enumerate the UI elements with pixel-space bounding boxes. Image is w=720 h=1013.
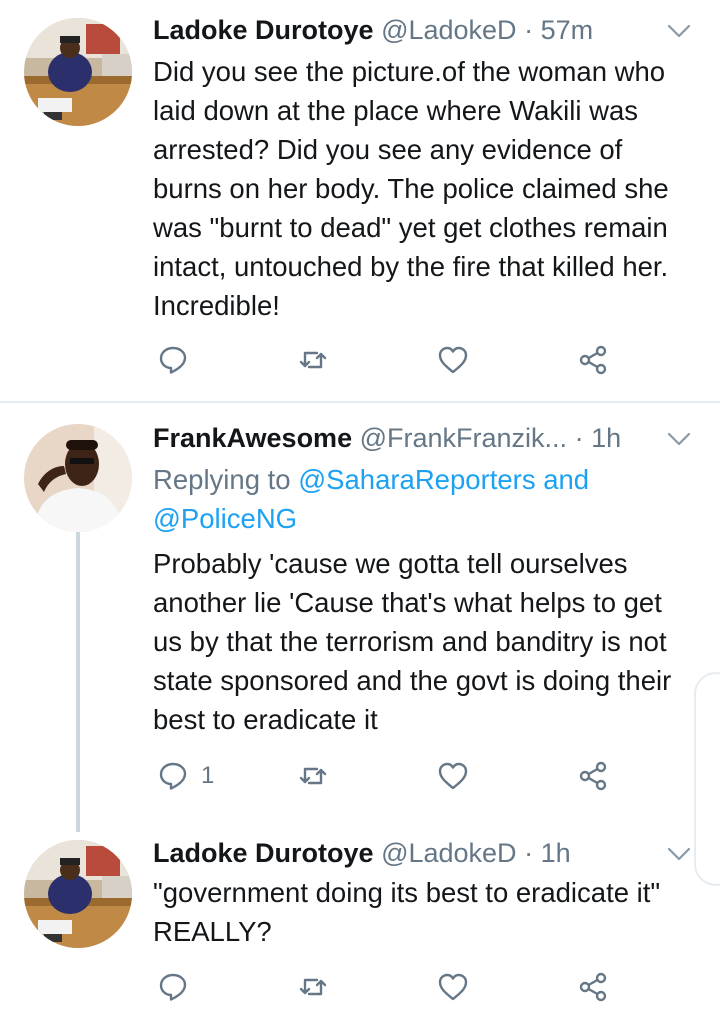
author-handle[interactable]: @LadokeD xyxy=(381,838,517,868)
author-name[interactable]: Ladoke Durotoye xyxy=(153,15,374,45)
avatar[interactable] xyxy=(24,840,132,948)
like-icon xyxy=(438,762,468,790)
avatar-image xyxy=(24,840,132,948)
scroll-handle[interactable] xyxy=(694,672,720,886)
retweet-button[interactable] xyxy=(297,340,329,380)
reply-button[interactable] xyxy=(157,967,201,1007)
tweet-text: Probably 'cause we gotta tell ourselves … xyxy=(153,548,672,735)
action-bar xyxy=(153,967,623,1007)
like-button[interactable] xyxy=(437,756,469,796)
mention-link[interactable]: @PoliceNG xyxy=(153,503,297,534)
share-icon xyxy=(579,972,607,1002)
share-button[interactable] xyxy=(577,756,609,796)
like-button[interactable] xyxy=(437,967,469,1007)
retweet-icon xyxy=(299,978,327,996)
like-icon xyxy=(438,973,468,1001)
avatar[interactable] xyxy=(24,424,132,532)
action-bar xyxy=(153,340,623,380)
timestamp[interactable]: 1h xyxy=(591,423,621,453)
tweet-header: Ladoke Durotoye @LadokeD · 57m xyxy=(153,12,692,48)
avatar[interactable] xyxy=(24,18,132,126)
reply-icon xyxy=(159,762,187,790)
separator-dot: · xyxy=(524,15,534,45)
replying-and[interactable]: and xyxy=(543,464,589,495)
author-name[interactable]: Ladoke Durotoye xyxy=(153,838,374,868)
retweet-button[interactable] xyxy=(297,756,329,796)
tweet-text: Did you see the picture.of the woman who… xyxy=(153,56,669,321)
mention-link[interactable]: @SaharaReporters xyxy=(298,464,535,495)
action-bar: 1 xyxy=(153,756,623,796)
reply-icon xyxy=(159,973,187,1001)
share-button[interactable] xyxy=(577,967,609,1007)
replying-to-label: Replying to xyxy=(153,464,291,495)
like-icon xyxy=(438,346,468,374)
retweet-icon xyxy=(299,767,327,785)
reply-icon xyxy=(159,346,187,374)
timestamp[interactable]: 57m xyxy=(541,15,594,45)
author-name[interactable]: FrankAwesome xyxy=(153,423,352,453)
reply-button[interactable]: 1 xyxy=(157,756,214,796)
share-icon xyxy=(579,345,607,375)
divider xyxy=(0,401,720,403)
author-handle[interactable]: @LadokeD xyxy=(381,15,517,45)
tweet-text: "government doing its best to eradicate … xyxy=(153,877,661,947)
tweet-2[interactable]: FrankAwesome @FrankFranzik... · 1h Reply… xyxy=(0,404,720,832)
like-button[interactable] xyxy=(437,340,469,380)
reply-count: 1 xyxy=(201,762,215,789)
timestamp[interactable]: 1h xyxy=(541,838,571,868)
chevron-down-icon[interactable] xyxy=(666,426,692,452)
tweet-1[interactable]: Ladoke Durotoye @LadokeD · 57m Did you s… xyxy=(0,0,720,398)
replying-to: Replying to @SaharaReporters and @Police… xyxy=(153,460,696,538)
author-handle[interactable]: @FrankFranzik... xyxy=(360,423,567,453)
retweet-button[interactable] xyxy=(297,967,329,1007)
thread-line xyxy=(76,532,80,832)
tweet-header: Ladoke Durotoye @LadokeD · 1h xyxy=(153,835,692,871)
chevron-down-icon[interactable] xyxy=(666,841,692,867)
reply-button[interactable] xyxy=(157,340,201,380)
tweet-3[interactable]: Ladoke Durotoye @LadokeD · 1h "governmen… xyxy=(0,822,720,1013)
separator-dot: · xyxy=(574,423,584,453)
avatar-image xyxy=(24,424,132,532)
avatar-image xyxy=(24,18,132,126)
chevron-down-icon[interactable] xyxy=(666,18,692,44)
tweet-header: FrankAwesome @FrankFranzik... · 1h xyxy=(153,420,692,456)
share-icon xyxy=(579,761,607,791)
separator-dot: · xyxy=(524,838,534,868)
retweet-icon xyxy=(299,351,327,369)
share-button[interactable] xyxy=(577,340,609,380)
